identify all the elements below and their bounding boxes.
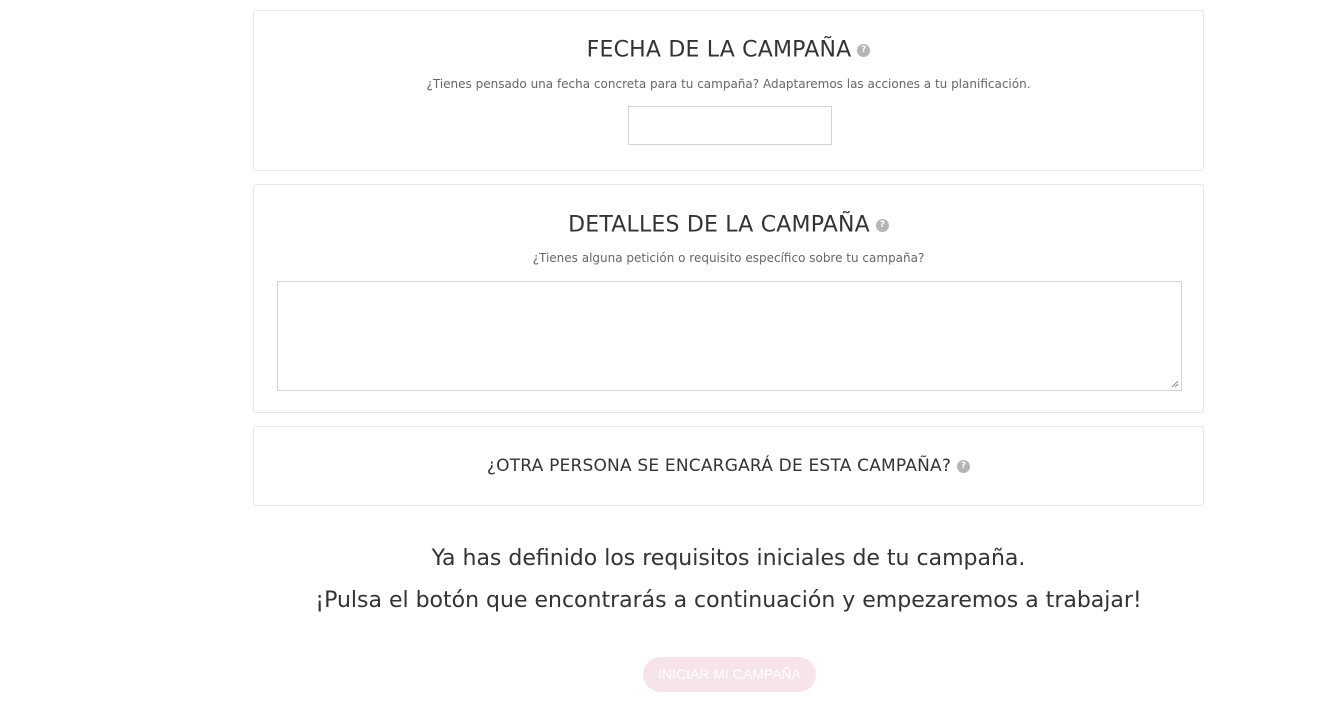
date-subtitle: ¿Tienes pensado una fecha concreta para … <box>426 77 1031 91</box>
final-message-line-1: Ya has definido los requisitos iniciales… <box>431 546 1026 571</box>
other-person-help-icon[interactable]: ? <box>957 459 971 473</box>
details-subtitle: ¿Tienes alguna petición o requisito espe… <box>532 251 925 265</box>
details-title-row: DETALLES DE LA CAMPAÑA? <box>254 212 1203 238</box>
details-title: DETALLES DE LA CAMPAÑA <box>568 212 870 238</box>
other-person-card[interactable]: ¿OTRA PERSONA SE ENCARGARÁ DE ESTA CAMPA… <box>253 426 1204 506</box>
start-campaign-button[interactable]: INICIAR MI CAMPAÑA <box>643 657 816 692</box>
details-help-icon[interactable]: ? <box>875 218 889 232</box>
campaign-date-input[interactable] <box>628 106 832 145</box>
date-title-row: FECHA DE LA CAMPAÑA? <box>254 37 1203 63</box>
details-card: DETALLES DE LA CAMPAÑA? ¿Tienes alguna p… <box>253 184 1204 413</box>
final-message-line-2: ¡Pulsa el botón que encontrarás a contin… <box>315 588 1142 613</box>
other-person-title-row[interactable]: ¿OTRA PERSONA SE ENCARGARÁ DE ESTA CAMPA… <box>254 456 1203 476</box>
other-person-title: ¿OTRA PERSONA SE ENCARGARÁ DE ESTA CAMPA… <box>486 456 952 476</box>
date-card: FECHA DE LA CAMPAÑA? ¿Tienes pensado una… <box>253 10 1204 171</box>
resize-handle-icon[interactable] <box>1171 380 1179 388</box>
date-title: FECHA DE LA CAMPAÑA <box>586 37 852 63</box>
campaign-details-textarea[interactable] <box>277 281 1182 391</box>
date-help-icon[interactable]: ? <box>857 43 871 57</box>
